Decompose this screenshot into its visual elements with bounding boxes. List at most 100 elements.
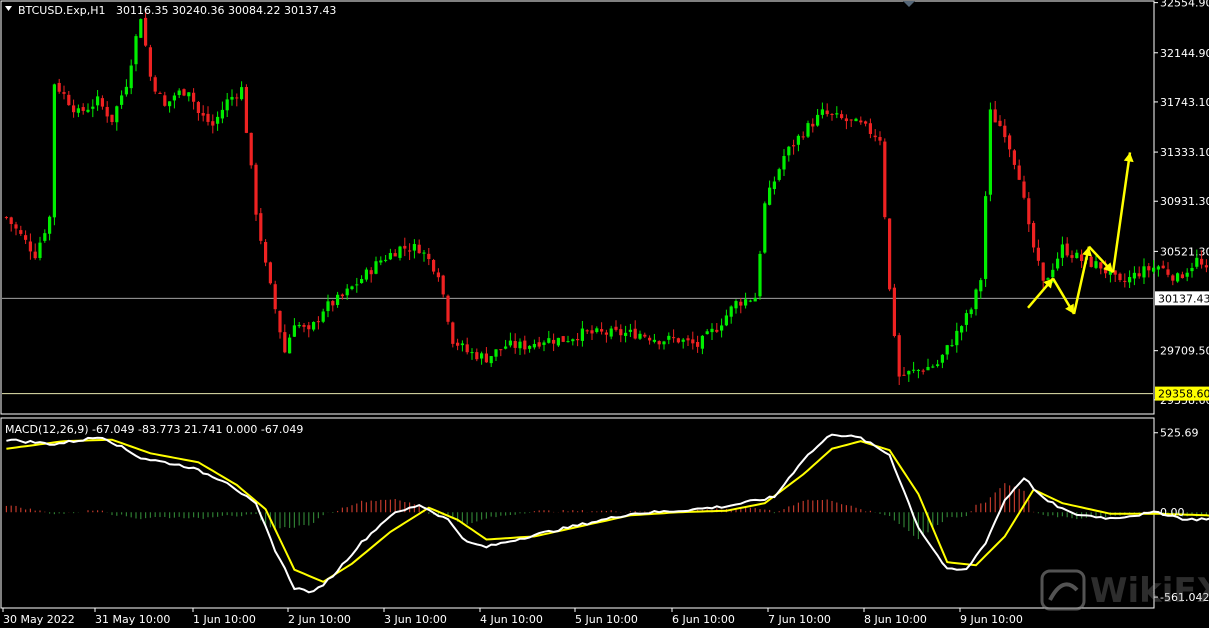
current-price-label: 30137.43 [1158,292,1209,305]
candle-body [763,203,767,253]
candle-body [254,164,258,215]
candle-body [28,241,32,252]
candle-body [408,250,412,252]
candle-body [216,116,220,124]
candle-body [465,344,469,353]
candle-body [1032,222,1036,248]
candle-body [849,119,853,121]
candle-body [297,324,301,327]
candle-body [110,114,114,122]
candle-body [403,245,407,249]
candle-body [590,330,594,334]
time-tick-label: 9 Jun 10:00 [960,613,1023,626]
candle-body [777,169,781,180]
candle-body [1003,125,1007,138]
candle-body [748,300,752,302]
candle-body [1200,258,1204,265]
candle-body [57,82,61,92]
candle-body [1176,273,1180,282]
symbol-header: BTCUSD.Exp,H1 [18,4,106,17]
time-tick-label: 8 Jun 10:00 [864,613,927,626]
candle-body [518,341,522,349]
candle-body [504,346,508,349]
candle-body [724,315,728,326]
candle-body [115,106,119,123]
macd-tick-label: 0.00 [1160,506,1185,519]
candle-body [782,156,786,170]
candle-body [859,120,863,123]
candle-body [672,337,676,339]
candle-body [513,341,517,348]
candle-body [1118,273,1122,281]
candle-body [921,370,925,372]
candle-body [158,92,162,94]
candle-body [355,284,359,286]
candle-body [316,321,320,323]
candle-body [38,242,42,258]
candle-body [91,106,95,109]
candle-body [292,325,296,337]
candle-body [211,121,215,126]
candle-body [1094,261,1098,268]
candle-body [225,99,229,111]
candle-body [710,328,714,333]
candle-body [792,145,796,147]
candle-body [432,259,436,272]
candle-body [950,345,954,347]
candle-body [1070,255,1074,258]
candle-body [1041,262,1045,281]
candle-body [192,92,196,102]
candle-body [969,309,973,315]
candle-body [1089,256,1093,267]
candle-body [249,132,253,166]
candle-body [134,36,138,65]
chart-background [0,0,1209,628]
candle-body [619,329,623,336]
candle-body [302,324,306,327]
candle-body [945,345,949,355]
candle-body [806,123,810,137]
candle-body [638,333,642,339]
candle-body [1123,280,1127,282]
candle-body [96,96,100,106]
candle-body [446,295,450,322]
time-tick-label: 7 Jun 10:00 [768,613,831,626]
candle-body [14,224,18,229]
candle-body [681,339,685,342]
candle-body [240,87,244,100]
candle-body [811,123,815,127]
candle-body [201,113,205,116]
candle-body [1137,273,1141,277]
candle-body [1099,262,1103,269]
candle-body [796,135,800,145]
candle-body [883,141,887,218]
candle-body [600,329,604,332]
time-tick-label: 1 Jun 10:00 [193,613,256,626]
candle-body [528,345,532,349]
support-price-label: 29358.60 [1158,388,1209,401]
candle-body [86,109,90,112]
candle-body [9,217,13,225]
candle-body [283,332,287,353]
candle-body [907,370,911,375]
ohlc-values: 30116.35 30240.36 30084.22 30137.43 [116,4,336,17]
candle-body [33,251,37,259]
candle-body [144,17,148,46]
candle-body [220,109,224,119]
candle-body [417,244,421,254]
candle-body [1185,272,1189,277]
candle-body [196,102,200,114]
candle-body [182,89,186,96]
candle-body [1036,247,1040,261]
candle-body [547,338,551,343]
candle-body [412,244,416,251]
candle-body [1190,267,1194,272]
candle-body [321,311,325,322]
candle-body [1156,266,1160,270]
candle-body [1008,135,1012,150]
candle-body [844,118,848,122]
candle-body [350,286,354,290]
candle-body [451,322,455,344]
candle-body [398,246,402,258]
candle-body [979,280,983,292]
